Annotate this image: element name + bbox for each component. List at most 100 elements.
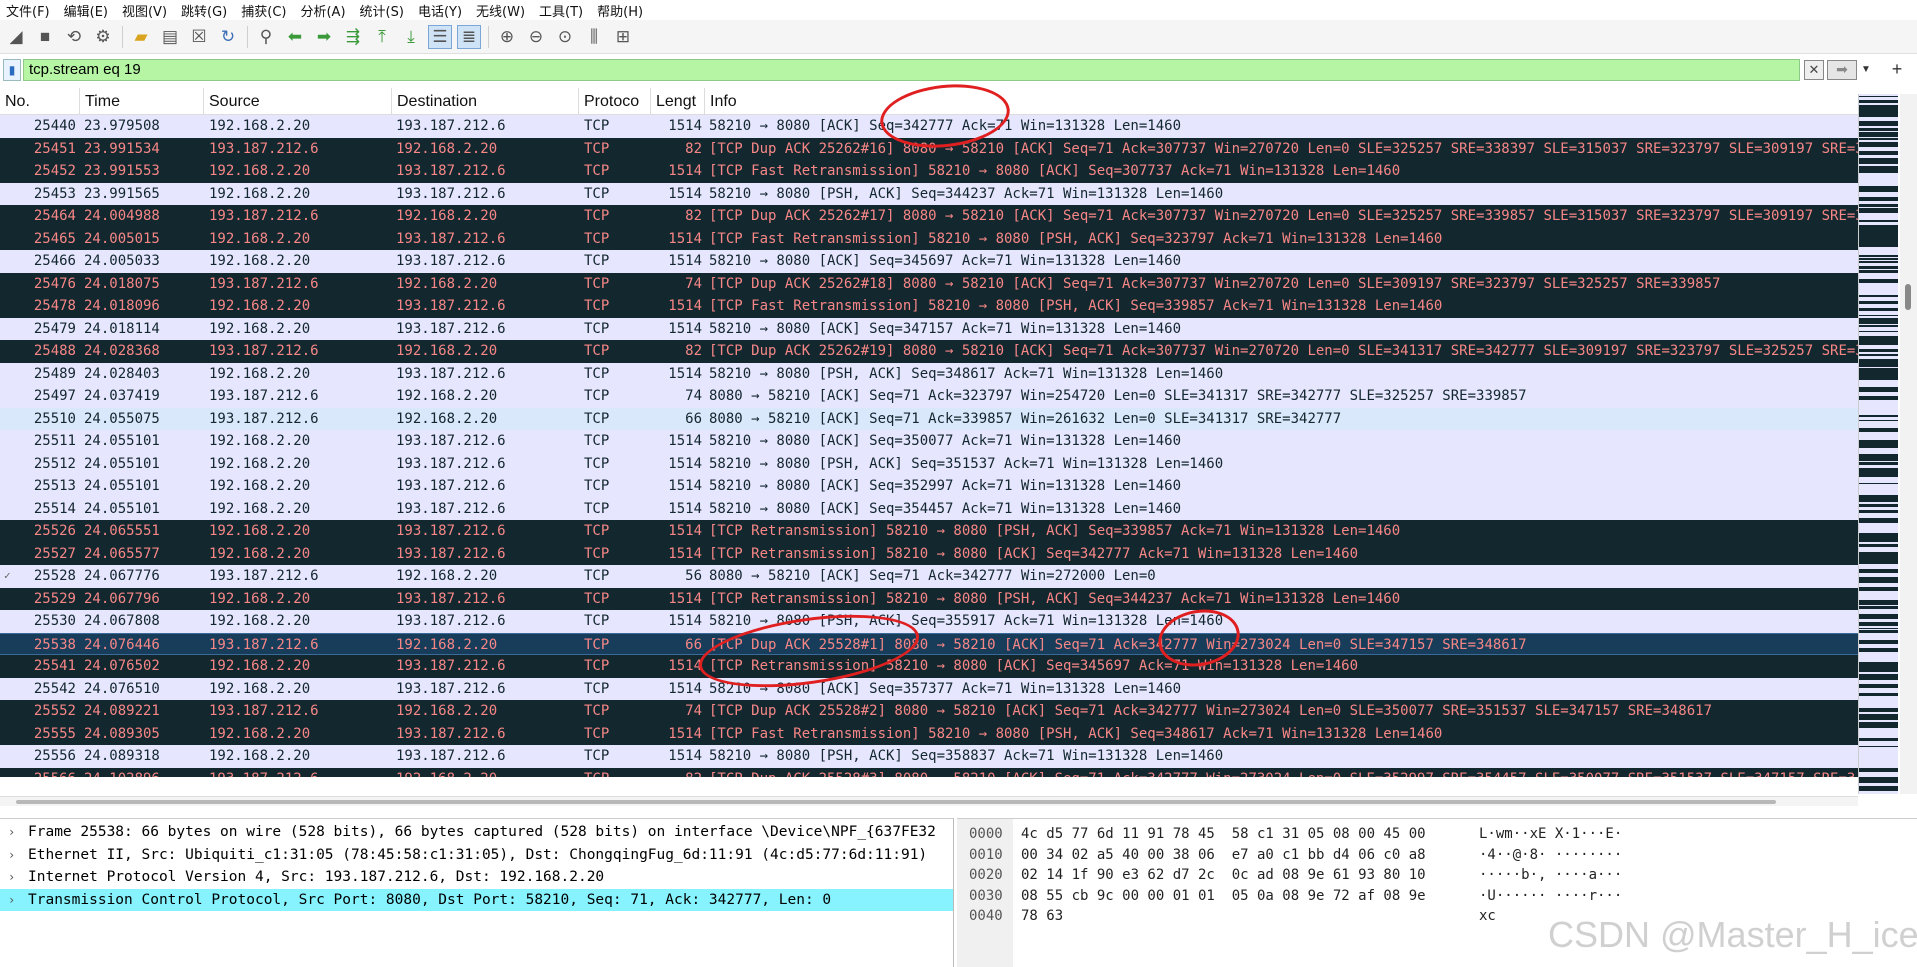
expand-arrow-icon[interactable]: › (8, 889, 22, 911)
menu-edit[interactable]: 编辑(E) (64, 1, 108, 20)
packet-list-scrollbar[interactable] (1900, 94, 1917, 794)
zoom-reset-icon[interactable]: ⊙ (553, 25, 577, 49)
reload-file-icon[interactable]: ↻ (216, 25, 240, 49)
packet-row[interactable]: 25538 24.076446 193.187.212.6 192.168.2.20 T… (0, 632, 1858, 655)
menu-capture[interactable]: 捕获(C) (241, 1, 286, 20)
apply-filter-icon[interactable]: ➡ (1827, 59, 1857, 80)
packet-length: 1514 (668, 320, 702, 337)
packet-number: 25478 (33, 298, 76, 314)
packet-row[interactable]: 25479 24.018114 192.168.2.20 193.187.212.6 T… (0, 317, 1858, 340)
stop-capture-icon[interactable]: ■ (33, 25, 57, 49)
packet-row[interactable]: 25541 24.076502 192.168.2.20 193.187.212.6 T… (0, 655, 1858, 678)
resize-columns-icon[interactable]: ⫼ (582, 25, 606, 49)
add-filter-button-icon[interactable]: + (1887, 59, 1907, 80)
packet-row[interactable]: 25542 24.076510 192.168.2.20 193.187.212.6 T… (0, 677, 1858, 700)
start-capture-icon[interactable]: ◢ (4, 25, 28, 49)
menu-tools[interactable]: 工具(T) (539, 1, 583, 20)
menu-wireless[interactable]: 无线(W) (476, 1, 525, 20)
packet-row[interactable]: 25489 24.028403 192.168.2.20 193.187.212.6 T… (0, 362, 1858, 385)
detail-row-tcp[interactable]: › Transmission Control Protocol, Src Por… (0, 888, 953, 911)
column-header-protocol[interactable]: Protoco (579, 88, 651, 115)
close-file-icon[interactable]: ☒ (187, 25, 211, 49)
column-header-source[interactable]: Source (204, 88, 392, 115)
scrollbar-thumb[interactable] (1905, 284, 1911, 310)
expand-arrow-icon[interactable]: › (8, 821, 22, 843)
detail-row-ipv4[interactable]: › Internet Protocol Version 4, Src: 193.… (0, 866, 953, 888)
minimap-stripe (1859, 792, 1898, 794)
packet-row[interactable]: 25465 24.005015 192.168.2.20 193.187.212.6 T… (0, 227, 1858, 250)
packet-list-horizontal-scrollbar[interactable] (0, 796, 1858, 806)
packet-destination: 193.187.212.6 (396, 523, 506, 539)
column-header-no[interactable]: No. (0, 88, 80, 115)
packet-length: 82 (685, 140, 702, 157)
packet-info: [TCP Dup ACK 25262#19] 8080 → 58210 [ACK… (709, 343, 1858, 359)
packet-row[interactable]: 25527 24.065577 192.168.2.20 193.187.212.6 T… (0, 542, 1858, 565)
packet-row[interactable]: 25556 24.089318 192.168.2.20 193.187.212.6 T… (0, 745, 1858, 768)
expand-arrow-icon[interactable]: › (8, 844, 22, 866)
filter-bookmark-icon[interactable]: ▮ (3, 58, 21, 81)
packet-row[interactable]: 25528 24.067776 193.187.212.6 192.168.2.20 T… (0, 565, 1858, 588)
display-filter-input[interactable]: tcp.stream eq 19 (23, 58, 1800, 81)
menu-statistics[interactable]: 统计(S) (360, 1, 404, 20)
auto-scroll-icon[interactable]: ☰ (428, 24, 452, 49)
colorize-icon[interactable]: ≣ (457, 24, 481, 49)
packet-number: 25465 (33, 230, 76, 247)
packet-row[interactable]: 25451 23.991534 193.187.212.6 192.168.2.20 T… (0, 137, 1858, 160)
packet-destination: 192.168.2.20 (396, 568, 498, 584)
menu-telephony[interactable]: 电话(Y) (418, 1, 462, 20)
packet-row[interactable]: 25526 24.065551 192.168.2.20 193.187.212.6 T… (0, 520, 1858, 543)
capture-options-icon[interactable]: ⚙ (91, 25, 115, 49)
packet-row[interactable]: 25497 24.037419 193.187.212.6 192.168.2.20 T… (0, 385, 1858, 408)
packet-row[interactable]: 25478 24.018096 192.168.2.20 193.187.212.6 T… (0, 295, 1858, 318)
packet-protocol: TCP (584, 636, 610, 653)
detail-row-frame[interactable]: › Frame 25538: 66 bytes on wire (528 bit… (0, 821, 953, 843)
packet-row[interactable]: 25513 24.055101 192.168.2.20 193.187.212.6 T… (0, 475, 1858, 498)
column-header-length[interactable]: Lengt (651, 88, 705, 115)
packet-row[interactable]: 25555 24.089305 192.168.2.20 193.187.212.6 T… (0, 722, 1858, 745)
packet-row[interactable]: 25440 23.979508 192.168.2.20 193.187.212.6 T… (0, 115, 1858, 138)
packet-row[interactable]: 25566 24.102896 193.187.212.6192.168.2.20T… (0, 767, 1858, 777)
save-file-icon[interactable]: ▤ (158, 25, 182, 49)
column-header-destination[interactable]: Destination (392, 88, 579, 115)
packet-number: 25529 (33, 590, 76, 607)
column-header-info[interactable]: Info (705, 88, 1860, 115)
packet-row[interactable]: 25512 24.055101 192.168.2.20 193.187.212.6 T… (0, 452, 1858, 475)
column-header-time[interactable]: Time (80, 88, 204, 115)
menu-analyze[interactable]: 分析(A) (300, 1, 345, 20)
detail-row-ethernet[interactable]: › Ethernet II, Src: Ubiquiti_c1:31:05 (7… (0, 844, 953, 866)
packet-row[interactable]: 25488 24.028368 193.187.212.6 192.168.2.20 T… (0, 340, 1858, 363)
packet-row[interactable]: 25529 24.067796 192.168.2.20 193.187.212.6 T… (0, 587, 1858, 610)
packet-row[interactable]: 25476 24.018075 193.187.212.6 192.168.2.20 T… (0, 272, 1858, 295)
zoom-in-icon[interactable]: ⊕ (495, 25, 519, 49)
go-back-icon[interactable]: ⬅ (283, 25, 307, 49)
find-packet-icon[interactable]: ⚲ (254, 25, 278, 49)
layout-icon[interactable]: ⊞ (611, 25, 635, 49)
packet-row[interactable]: 25514 24.055101 192.168.2.20 193.187.212.6 T… (0, 497, 1858, 520)
packet-row[interactable]: 25552 24.089221 193.187.212.6 192.168.2.20 T… (0, 700, 1858, 723)
go-to-packet-icon[interactable]: ⇶ (341, 25, 365, 49)
packet-row[interactable]: 25530 24.067808 192.168.2.20 193.187.212.6 T… (0, 610, 1858, 633)
packet-row[interactable]: 25464 24.004988 193.187.212.6 192.168.2.20 T… (0, 205, 1858, 228)
packet-minimap[interactable] (1858, 94, 1898, 794)
menu-file[interactable]: 文件(F) (6, 1, 50, 20)
clear-filter-icon[interactable]: ✕ (1804, 59, 1824, 80)
menu-view[interactable]: 视图(V) (122, 1, 167, 20)
packet-row[interactable]: 25511 24.055101 192.168.2.20 193.187.212.6 T… (0, 430, 1858, 453)
go-first-packet-icon[interactable]: ⤒ (370, 25, 394, 49)
go-forward-icon[interactable]: ➡ (312, 25, 336, 49)
packet-row[interactable]: 25510 24.055075 193.187.212.6 192.168.2.20 T… (0, 407, 1858, 430)
horizontal-scrollbar-thumb[interactable] (16, 800, 1776, 804)
open-file-icon[interactable]: ▰ (129, 25, 153, 49)
menu-go[interactable]: 跳转(G) (181, 1, 227, 20)
filter-history-dropdown-icon[interactable]: ▼ (1859, 60, 1873, 80)
packet-row[interactable]: 25466 24.005033 192.168.2.20 193.187.212.6 T… (0, 250, 1858, 273)
expand-arrow-icon[interactable]: › (8, 866, 22, 888)
packet-info: [TCP Dup ACK 25528#2] 8080 → 58210 [ACK]… (709, 703, 1713, 719)
packet-row[interactable]: 25453 23.991565 192.168.2.20 193.187.212.6 T… (0, 182, 1858, 205)
restart-capture-icon[interactable]: ⟲ (62, 25, 86, 49)
zoom-out-icon[interactable]: ⊖ (524, 25, 548, 49)
packet-row[interactable]: 25452 23.991553 192.168.2.20 193.187.212.6 T… (0, 160, 1858, 183)
packet-info: 58210 → 8080 [PSH, ACK] Seq=344237 Ack=7… (709, 185, 1224, 202)
go-last-packet-icon[interactable]: ⤓ (399, 25, 423, 49)
menu-help[interactable]: 帮助(H) (597, 1, 643, 20)
